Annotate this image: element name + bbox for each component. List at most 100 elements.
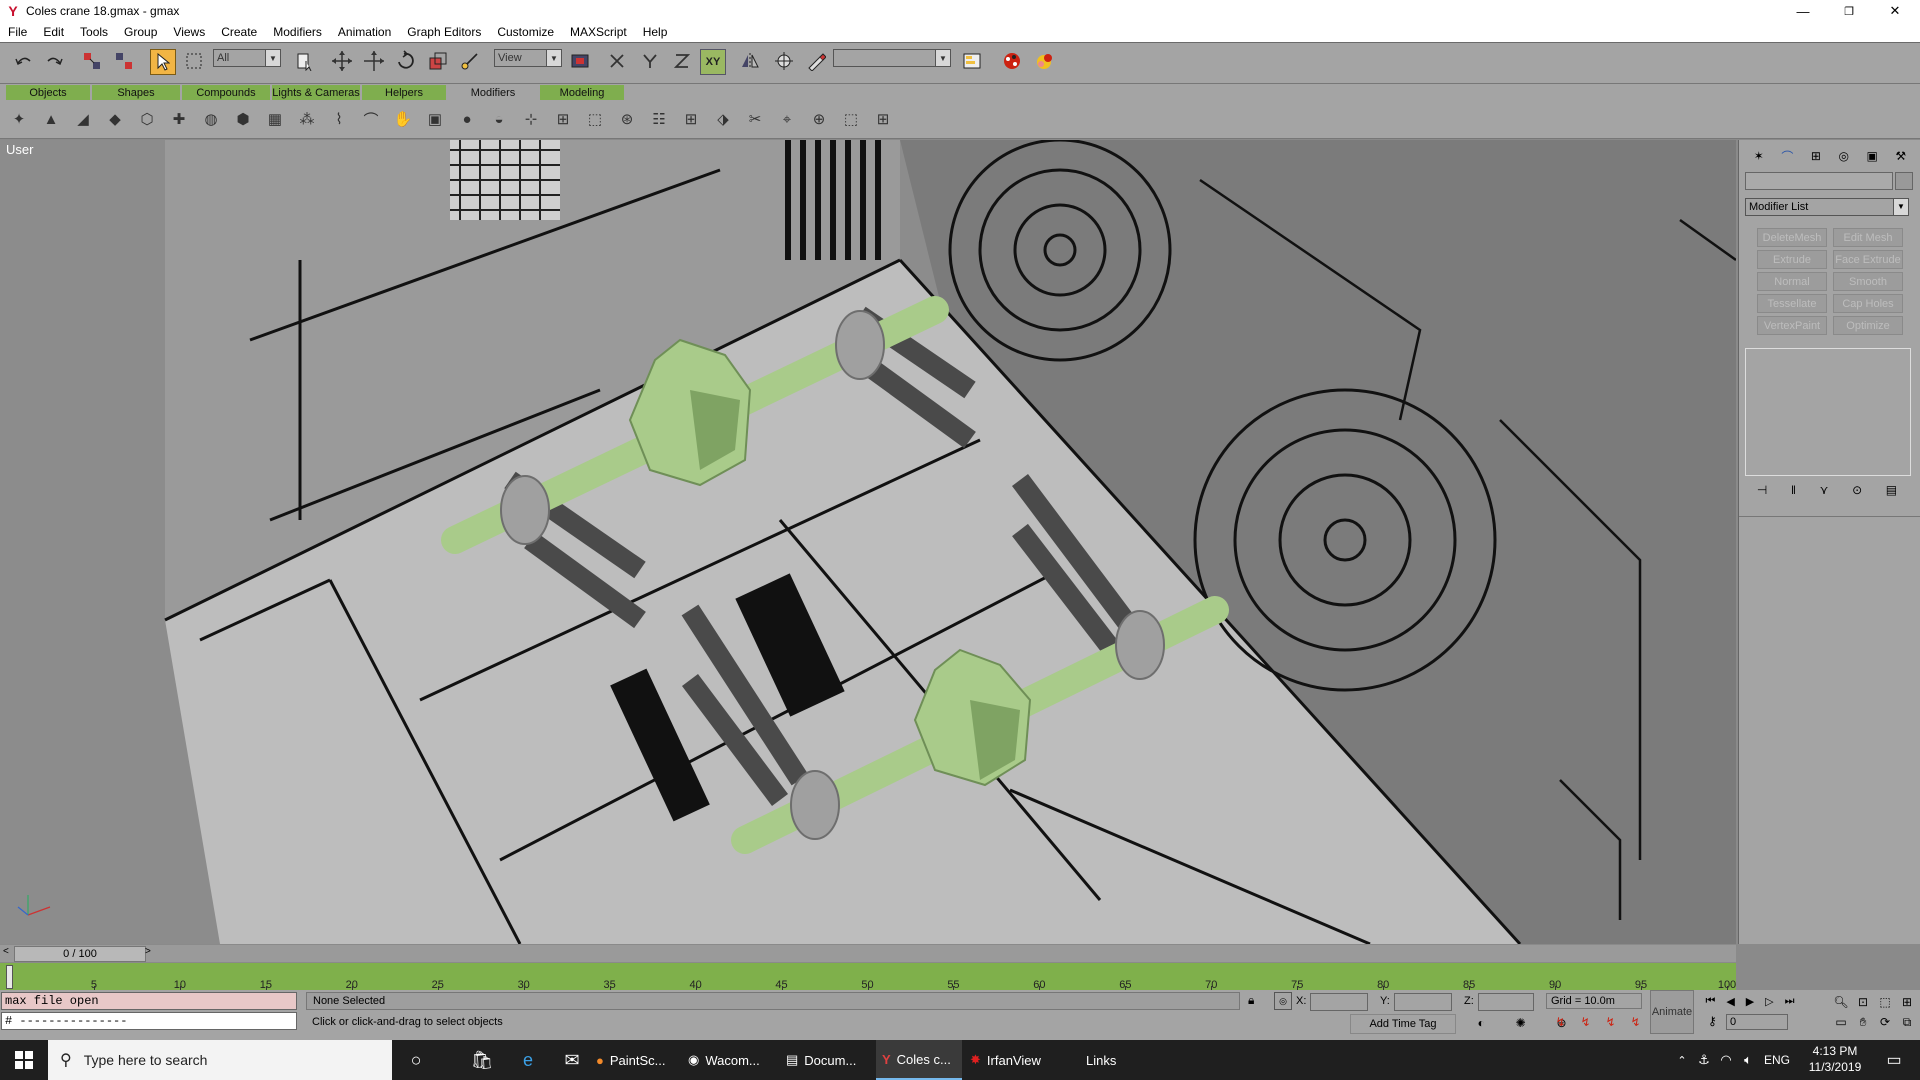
time-slider-prev-icon[interactable]: <	[3, 946, 9, 957]
taskbar-item-irfanview[interactable]: ✸ IrfanView	[966, 1040, 1058, 1080]
menu-tools[interactable]: Tools	[72, 25, 116, 39]
z-coordinate-field[interactable]	[1478, 993, 1534, 1011]
mail-icon[interactable]: ✉︎	[552, 1040, 592, 1080]
modifier-stack-list[interactable]	[1745, 348, 1911, 476]
key-mode-toggle-icon[interactable]: ⚷	[1708, 1014, 1717, 1028]
modifier-tool-icon[interactable]: ⬡	[136, 108, 158, 130]
modifier-tool-icon[interactable]: ⬢	[232, 108, 254, 130]
optimize-button[interactable]: Optimize	[1833, 316, 1903, 335]
menu-maxscript[interactable]: MAXScript	[562, 25, 635, 39]
display-panel-icon[interactable]: ▣	[1867, 145, 1878, 167]
edge-icon[interactable]: e	[508, 1040, 548, 1080]
taskbar-search-box[interactable]: ⚲ Type here to search	[48, 1040, 392, 1080]
menu-graph-editors[interactable]: Graph Editors	[399, 25, 489, 39]
modifier-tool-icon[interactable]: ▦	[264, 108, 286, 130]
zoom-extents-icon[interactable]: ⬚	[1879, 995, 1890, 1009]
absolute-mode-icon[interactable]: ◎	[1274, 992, 1292, 1010]
modifier-tool-icon[interactable]: ◢	[72, 108, 94, 130]
selection-filter-dropdown[interactable]: All ▼	[213, 49, 281, 67]
viewport-label[interactable]: User	[6, 142, 33, 157]
undo-icon[interactable]	[12, 49, 36, 73]
cap-holes-button[interactable]: Cap Holes	[1833, 294, 1903, 313]
modifier-tool-icon[interactable]: ⊞	[872, 108, 894, 130]
wifi-icon[interactable]: ◠	[1716, 1040, 1736, 1080]
time-slider[interactable]: < 0 / 100 >	[0, 945, 1736, 962]
object-color-swatch[interactable]	[1895, 172, 1913, 190]
input-language[interactable]: ENG	[1762, 1040, 1792, 1080]
modifier-list-dropdown[interactable]: Modifier List ▼	[1745, 198, 1909, 216]
use-pivot-point-center-icon[interactable]	[568, 49, 592, 73]
material-editor-icon[interactable]	[1000, 49, 1024, 73]
maxscript-listener-line[interactable]: max file open	[1, 992, 297, 1010]
named-selection-sets-dropdown[interactable]: ▼	[833, 49, 951, 67]
select-and-link-icon[interactable]	[80, 49, 104, 73]
configure-modifier-sets-icon[interactable]: ▤	[1886, 483, 1897, 497]
make-unique-icon[interactable]: ⋎	[1820, 483, 1829, 497]
restrict-to-xy-plane-icon[interactable]: XY	[700, 49, 726, 75]
modifier-tool-icon[interactable]: ⌒	[360, 108, 382, 130]
network-icon[interactable]: ⚓︎	[1694, 1040, 1714, 1080]
normal-button[interactable]: Normal	[1757, 272, 1827, 291]
menu-animation[interactable]: Animation	[330, 25, 399, 39]
edit-mesh-button[interactable]: Edit Mesh	[1833, 228, 1903, 247]
show-hidden-icons[interactable]: ⌃	[1672, 1040, 1692, 1080]
x-coordinate-field[interactable]	[1310, 993, 1368, 1011]
zoom-all-icon[interactable]: ⊡	[1858, 995, 1868, 1009]
previous-frame-icon[interactable]: ◀	[1726, 995, 1734, 1008]
arc-rotate-icon[interactable]: ⟳	[1880, 1015, 1890, 1029]
taskbar-item-wacom[interactable]: ◉ Wacom...	[688, 1040, 774, 1080]
smooth-button[interactable]: Smooth	[1833, 272, 1903, 291]
menu-customize[interactable]: Customize	[489, 25, 562, 39]
track-view-icon[interactable]	[960, 49, 984, 73]
modifier-tool-icon[interactable]: ⊕	[808, 108, 830, 130]
unlink-selection-icon[interactable]	[112, 49, 136, 73]
object-name-field[interactable]	[1745, 172, 1893, 190]
pin-stack-icon[interactable]: ⊣	[1757, 483, 1767, 497]
align-icon[interactable]	[772, 49, 796, 73]
animate-button[interactable]: Animate	[1650, 990, 1694, 1034]
modifier-tool-icon[interactable]: ⊛	[616, 108, 638, 130]
select-and-rotate-icon[interactable]	[394, 49, 418, 73]
tab-modifiers[interactable]: Modifiers	[448, 85, 538, 100]
select-by-name-icon[interactable]	[293, 49, 317, 73]
time-slider-thumb[interactable]: 0 / 100	[14, 946, 146, 962]
motion-panel-icon[interactable]: ◎	[1839, 145, 1849, 167]
modifier-tool-icon[interactable]: ◍	[200, 108, 222, 130]
modifier-tool-icon[interactable]: ⌇	[328, 108, 350, 130]
store-icon[interactable]: 🛍︎	[462, 1040, 502, 1080]
show-end-result-icon[interactable]: ‖	[1791, 483, 1796, 497]
menu-edit[interactable]: Edit	[35, 25, 72, 39]
current-frame-field[interactable]: 0	[1726, 1014, 1788, 1030]
modifier-tool-icon[interactable]: ✂	[744, 108, 766, 130]
time-slider-next-icon[interactable]: >	[145, 946, 151, 957]
deletemesh-button[interactable]: DeleteMesh	[1757, 228, 1827, 247]
remove-modifier-icon[interactable]: ⊙	[1852, 483, 1862, 497]
lock-selection-icon[interactable]: 🔒︎	[1248, 993, 1254, 1008]
start-button[interactable]	[0, 1040, 48, 1080]
modifier-tool-icon[interactable]: ✋	[392, 108, 414, 130]
modifier-tool-icon[interactable]: ▣	[424, 108, 446, 130]
shading-toggle-icon[interactable]: ◐	[1477, 1016, 1484, 1030]
taskbar-item-coles-crane[interactable]: Y Coles c...	[876, 1040, 962, 1080]
cortana-icon[interactable]: ○	[396, 1040, 436, 1080]
modifier-tool-icon[interactable]: ⁂	[296, 108, 318, 130]
zoom-icon[interactable]: 🔍︎	[1833, 995, 1848, 1009]
face-extrude-button[interactable]: Face Extrude	[1833, 250, 1903, 269]
modifier-tool-icon[interactable]: ⬗	[712, 108, 734, 130]
menu-file[interactable]: File	[0, 25, 35, 39]
modifier-tool-icon[interactable]: ▲	[40, 108, 62, 130]
key-tangent-icon[interactable]: ↯	[1630, 1015, 1640, 1029]
key-mode-icon[interactable]: ↯	[1605, 1015, 1615, 1029]
next-frame-icon[interactable]: ▷	[1765, 995, 1773, 1008]
modifier-tool-icon[interactable]: ✚	[168, 108, 190, 130]
render-scene-icon[interactable]	[1032, 49, 1056, 73]
key-filter-icon[interactable]: ↯	[1580, 1015, 1590, 1029]
key-set-icon[interactable]: ↯	[1555, 1015, 1565, 1029]
modifier-tool-icon[interactable]: ⌖	[776, 108, 798, 130]
restrict-to-y-icon[interactable]	[638, 49, 662, 73]
maxscript-input-line[interactable]: # ---------------	[1, 1012, 297, 1030]
hierarchy-panel-icon[interactable]: ⊞	[1811, 145, 1821, 167]
zoom-extents-all-icon[interactable]: ⊞	[1902, 995, 1912, 1009]
modifier-tool-icon[interactable]: ⊞	[680, 108, 702, 130]
modifier-tool-icon[interactable]: ◒	[488, 108, 510, 130]
